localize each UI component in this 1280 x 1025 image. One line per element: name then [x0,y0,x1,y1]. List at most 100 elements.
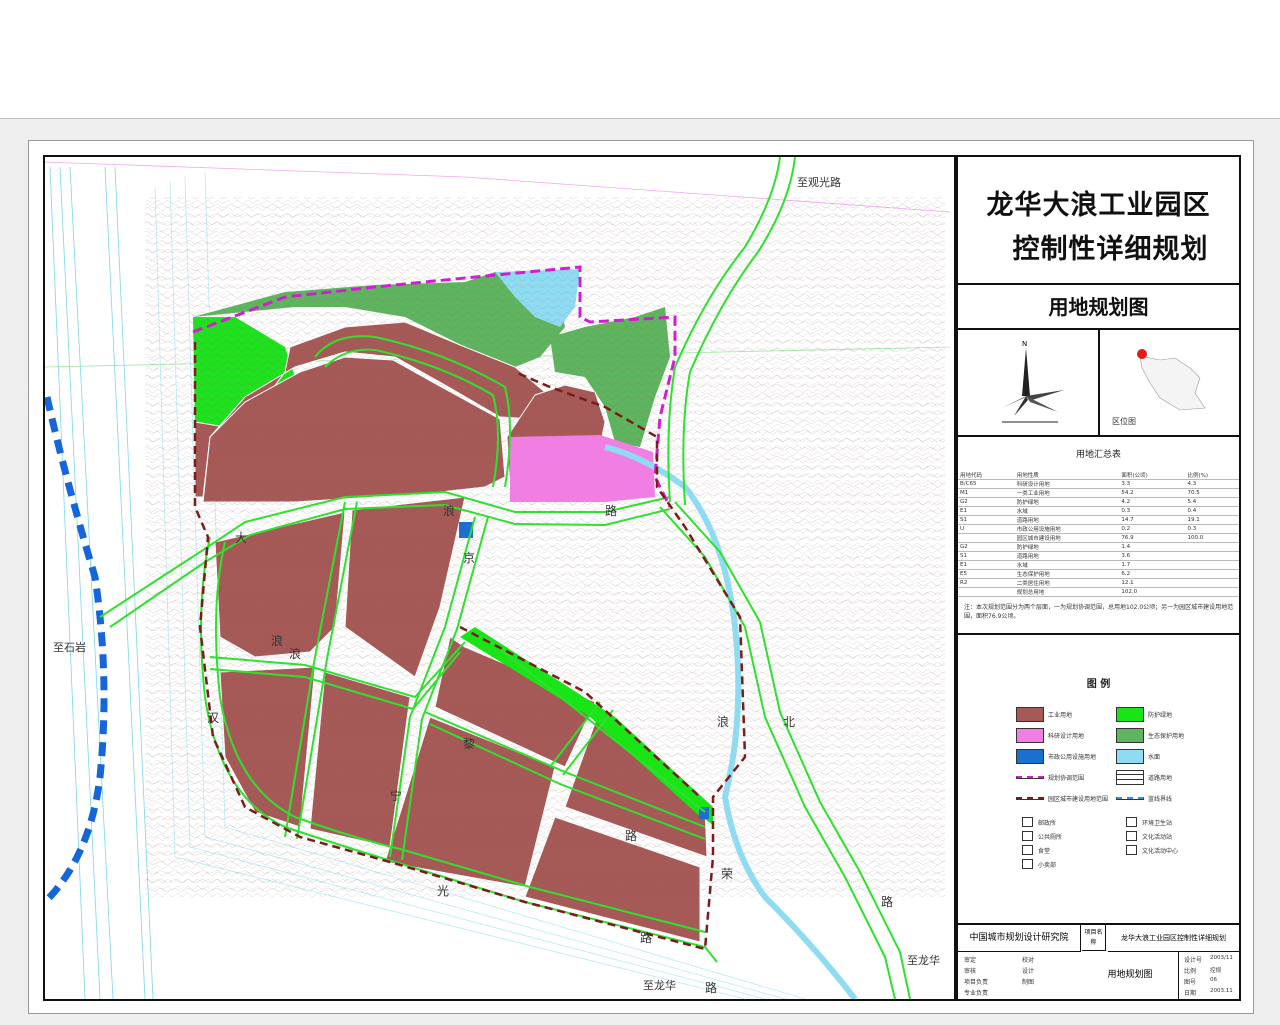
summary-cell [958,587,1015,597]
title-panel: 龙华大浪工业园区 控制性详细规划 用地规划图 N 区位图 用地汇总表 用地代码 … [956,155,1241,1001]
title-section: 龙华大浪工业园区 控制性详细规划 [958,157,1239,285]
facility-icon [1022,831,1033,841]
summary-cell: 0.2 [1119,524,1186,534]
facility-label: 环境卫生站 [1142,820,1173,827]
summary-cell: 水域 [1014,506,1120,516]
legend-label: 蓝线界线 [1148,796,1173,803]
legend-label: 工业用地 [1048,712,1073,719]
road-char: 路 [881,895,894,909]
location-map-label: 区位图 [1112,417,1136,426]
road-char: 汉 [207,711,220,725]
summary-cell: 3.6 [1119,551,1186,561]
legend-swatch [1016,728,1044,743]
map-canvas [45,157,954,999]
summary-note: 注：本次规划范围分为两个层面，一为规划协调范围，总用地102.0公顷；另一为园区… [964,604,1234,620]
summary-cell: G2 [958,497,1015,507]
summary-cell: 1.4 [1119,542,1186,552]
summary-cell: 100.0 [1185,533,1239,543]
summary-cell: 4.2 [1119,497,1186,507]
summary-cell: B/C65 [958,479,1015,489]
summary-cell: 76.9 [1119,533,1186,543]
summary-cell: 道路用地 [1014,551,1120,561]
legend-label: 园区城市建设用地范围 [1048,796,1109,803]
summary-header-row: 用地代码 用地性质 面积(公顷) 比例(%) [958,471,1239,480]
road-char: 路 [605,504,618,518]
meta-label: 日期 [1184,990,1197,997]
road-char: 浪 [271,634,284,648]
legend-label: 市政公用设施用地 [1048,754,1097,761]
title-line-2: 控制性详细规划 [1012,234,1209,265]
summary-cell: 防护绿地 [1014,542,1120,552]
facility-icon [1022,817,1033,827]
summary-cell: 3.3 [1119,479,1186,489]
title-block: 中国城市规划设计研究院 项目名称 龙华大浪工业园区控制性详细规划 用地规划图 审… [958,925,1239,999]
summary-cell [1185,587,1239,597]
facility-icon [1126,831,1137,841]
legend-label: 科研设计用地 [1048,733,1085,740]
summary-row: E1 水域 1.7 [958,560,1239,570]
road-char: 路 [625,829,638,843]
facility-icon [1022,859,1033,869]
summary-cell: 水域 [1014,560,1120,570]
role-label: 项目负责 [964,979,989,986]
road-char: 浪 [717,715,730,729]
label-north-road: 至观光路 [797,176,841,189]
summary-cell: E1 [958,560,1015,570]
summary-table: 用地代码 用地性质 面积(公顷) 比例(%) B/C65 科研设计用地 3.3 4.3… [958,471,1239,597]
summary-row: G2 防护绿地 4.2 5.4 [958,497,1239,507]
label-east-road: 至龙华 [907,954,940,967]
map-name-section: 用地规划图 [958,285,1239,330]
table-header: 用地性质 [1014,471,1120,480]
road-char: 浪 [443,504,456,518]
summary-row: B/C65 科研设计用地 3.3 4.3 [958,479,1239,489]
summary-cell: 14.7 [1119,515,1186,525]
divider [1098,330,1100,435]
orientation-section: N 区位图 [958,330,1239,437]
legend-swatch [1116,749,1144,764]
facility-label: 公共厕所 [1038,834,1063,841]
facility-label: 文化活动站 [1142,834,1173,841]
location-map-icon [1137,349,1206,411]
summary-cell [1185,560,1239,570]
summary-cell: 70.5 [1185,488,1239,498]
summary-cell [958,533,1015,543]
road-char: 路 [705,981,718,995]
summary-cell: 5.4 [1185,497,1239,507]
summary-cell: 市政公用设施用地 [1014,524,1120,534]
legend-label: 道路用地 [1148,775,1173,782]
summary-cell: 19.1 [1185,515,1239,525]
meta-value: 控规 [1210,968,1222,974]
summary-row: G2 防护绿地 1.4 [958,542,1239,552]
industrial-contour-overlay [145,197,945,897]
meta-label: 设计号 [1184,957,1203,964]
summary-cell: M1 [958,488,1015,498]
summary-cell [1185,578,1239,588]
role-label: 专业负责 [964,990,989,997]
legend-label: 生态保护用地 [1148,733,1185,740]
institute-name: 中国城市规划设计研究院 [958,925,1081,952]
legend-swatch [1116,770,1144,785]
summary-cell: G2 [958,542,1015,552]
summary-cell: S1 [958,515,1015,525]
summary-cell: 1.7 [1119,560,1186,570]
role-label: 校对 [1022,957,1035,964]
road-char: 浪 [289,647,302,661]
summary-cell: 54.2 [1119,488,1186,498]
legend-swatch [1016,707,1044,722]
summary-cell: 科研设计用地 [1014,479,1120,489]
summary-cell: 12.1 [1119,578,1186,588]
road-char: 北 [783,715,796,729]
road-char: 京 [463,551,476,565]
legend-label: 水面 [1148,754,1161,761]
summary-cell: 一类工业用地 [1014,488,1120,498]
legend-title: 图 例 [1086,679,1111,690]
summary-row: R2 二类居住用地 12.1 [958,578,1239,588]
summary-cell: E1 [958,506,1015,516]
facility-label: 小卖部 [1038,862,1057,869]
facility-label: 食堂 [1038,848,1051,855]
legend-swatch [1116,728,1144,743]
meta-label: 图号 [1184,979,1197,986]
summary-row: S1 道路用地 14.7 19.1 [958,515,1239,525]
summary-row: E1 水域 0.3 0.4 [958,506,1239,516]
road-char: 宁 [390,789,403,803]
